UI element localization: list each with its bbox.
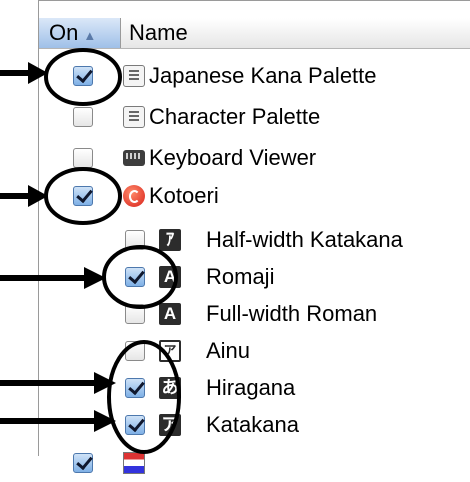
flag-icon: [123, 452, 145, 474]
checkbox-romaji[interactable]: [125, 267, 145, 287]
list-item: ア Ainu: [39, 332, 470, 370]
checkbox-next-item[interactable]: [73, 453, 93, 473]
checkbox-japanese-kana-palette[interactable]: [73, 66, 93, 86]
list-item: A Full-width Roman: [39, 295, 470, 333]
list-item: Character Palette: [39, 98, 470, 136]
list-item: Kotoeri: [39, 177, 470, 215]
list-item: ア Katakana: [39, 406, 470, 444]
list-item: あ Hiragana: [39, 369, 470, 407]
list-item: Keyboard Viewer: [39, 139, 470, 177]
column-header-on[interactable]: On ▲: [39, 18, 121, 48]
palette-icon: [123, 106, 145, 128]
palette-icon: [123, 65, 145, 87]
table-header: On ▲ Name: [39, 18, 470, 49]
sort-ascending-icon: ▲: [83, 28, 97, 43]
item-label: Katakana: [206, 412, 299, 437]
item-label: Ainu: [206, 338, 251, 363]
checkbox-character-palette[interactable]: [73, 107, 93, 127]
full-width-roman-icon: A: [159, 303, 181, 325]
kotoeri-icon: [123, 185, 145, 207]
column-header-name[interactable]: Name: [129, 18, 188, 48]
item-label: Romaji: [206, 264, 275, 289]
input-menu-list: On ▲ Name Japanese Kana Palette Character…: [38, 0, 470, 474]
list-item: Japanese Kana Palette: [39, 57, 470, 95]
checkbox-kotoeri[interactable]: [73, 186, 93, 206]
list-item: ｱ Half-width Katakana: [39, 221, 470, 259]
checkbox-full-width-roman[interactable]: [125, 304, 145, 324]
item-label: Japanese Kana Palette: [149, 63, 377, 88]
item-label: Full-width Roman: [206, 301, 378, 326]
list-item-partial: [39, 444, 470, 482]
half-width-katakana-icon: ｱ: [159, 229, 181, 251]
list-item: A Romaji: [39, 258, 470, 296]
item-label: Half-width Katakana: [206, 227, 403, 252]
item-label: Kotoeri: [149, 183, 219, 208]
item-label: Character Palette: [149, 104, 321, 129]
keyboard-icon: [123, 150, 145, 166]
ainu-icon: ア: [159, 340, 181, 362]
hiragana-icon: あ: [159, 377, 181, 399]
checkbox-ainu[interactable]: [125, 341, 145, 361]
item-label: Hiragana: [206, 375, 296, 400]
checkbox-half-width-katakana[interactable]: [125, 230, 145, 250]
item-label: Keyboard Viewer: [149, 145, 317, 170]
katakana-icon: ア: [159, 414, 181, 436]
column-header-on-label: On: [49, 20, 79, 45]
checkbox-hiragana[interactable]: [125, 378, 145, 398]
checkbox-keyboard-viewer[interactable]: [73, 148, 93, 168]
checkbox-katakana[interactable]: [125, 415, 145, 435]
romaji-icon: A: [159, 266, 181, 288]
